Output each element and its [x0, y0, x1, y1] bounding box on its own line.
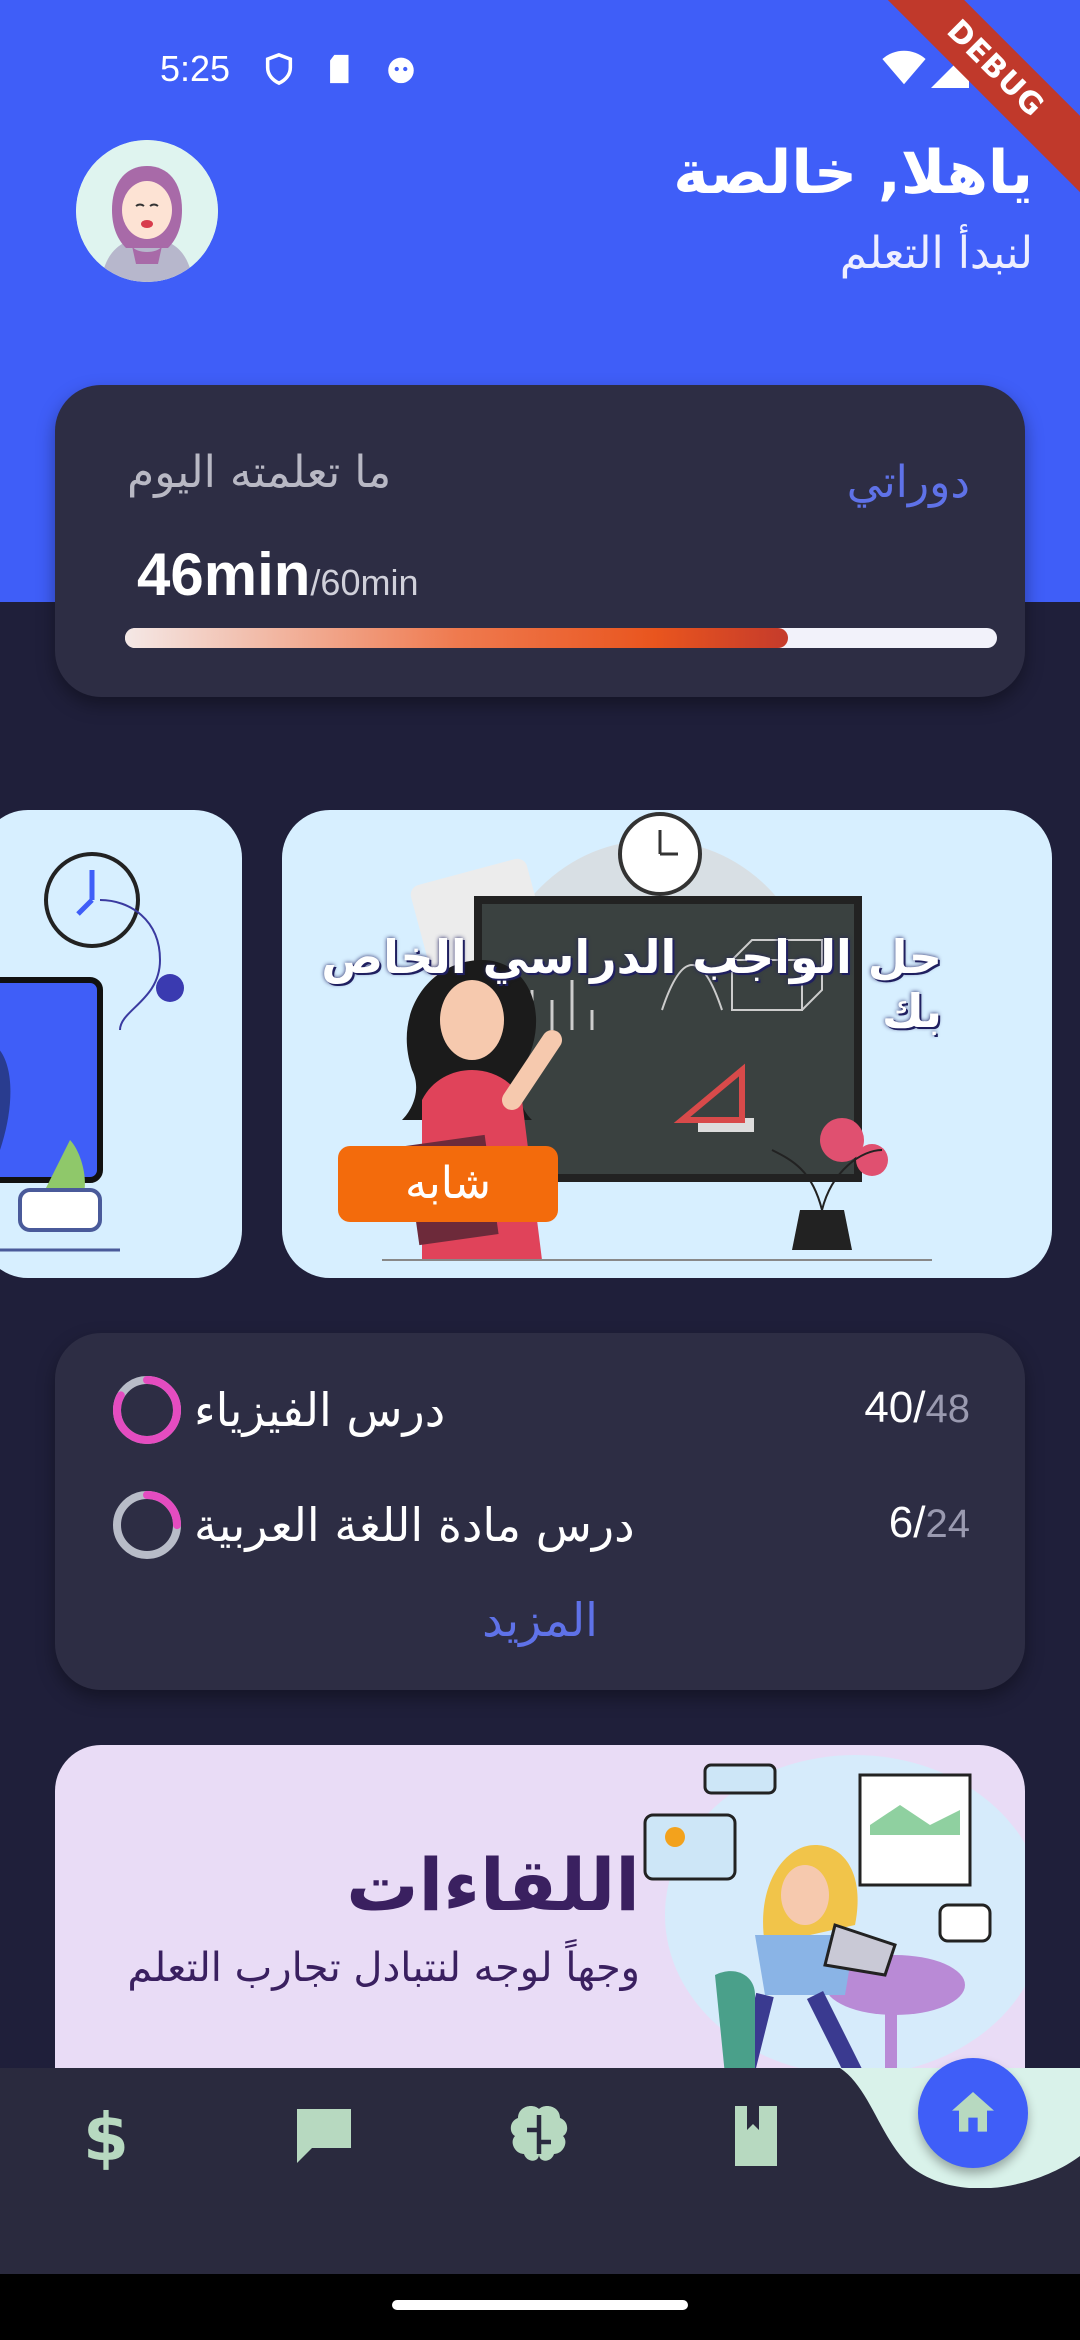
- meetups-card[interactable]: اللقاءات وجهاً لوجه لنتبادل تجارب التعلم: [55, 1745, 1025, 2075]
- status-bar: 5:25 DEBUG: [0, 0, 1080, 216]
- meetups-subtitle: وجهاً لوجه لنتبادل تجارب التعلم: [127, 1945, 640, 1991]
- avatar-illustration: [76, 140, 218, 282]
- today-title: ما تعلمته اليوم: [127, 447, 392, 498]
- lesson-count-total: 48: [925, 1387, 971, 1431]
- wifi-icon: [882, 50, 926, 85]
- greeting-title: ياهلا, خالصة: [673, 138, 1033, 208]
- today-minutes: 46min/60min: [137, 540, 418, 609]
- today-progress-card: ما تعلمته اليوم دوراتي 46min/60min: [55, 385, 1025, 697]
- greeting-subtitle: لنبدأ التعلم: [839, 228, 1033, 279]
- lesson-name: درس الفيزياء: [194, 1383, 446, 1437]
- shield-icon: [265, 52, 293, 86]
- home-icon: [952, 2092, 994, 2132]
- meetups-illustration: [643, 1755, 1025, 2075]
- cat-face-icon: [388, 57, 414, 84]
- lesson-progress-ring: [113, 1376, 181, 1444]
- minutes-done: 46min: [137, 541, 311, 608]
- more-link[interactable]: المزيد: [55, 1593, 1025, 1647]
- lesson-count: 40/48: [864, 1383, 970, 1433]
- my-courses-link[interactable]: دوراتي: [847, 457, 970, 508]
- lesson-count-done: 40/: [864, 1383, 926, 1432]
- sd-card-icon: [330, 54, 349, 84]
- carousel-slide-previous[interactable]: [0, 810, 242, 1278]
- minutes-goal: /60min: [310, 562, 419, 603]
- lesson-row-arabic[interactable]: درس مادة اللغة العربية 6/24: [110, 1488, 970, 1568]
- lesson-row-physics[interactable]: درس الفيزياء 40/48: [110, 1373, 970, 1453]
- home-button[interactable]: [918, 2058, 1028, 2168]
- svg-text:$: $: [83, 2100, 129, 2172]
- lesson-count: 6/24: [889, 1498, 970, 1548]
- today-progress-fill: [125, 628, 788, 648]
- status-time: 5:25: [160, 48, 231, 89]
- lessons-card: درس الفيزياء 40/48 درس مادة اللغة العربي…: [55, 1333, 1025, 1690]
- book-icon[interactable]: [720, 2100, 792, 2172]
- slide-illustration: [0, 852, 184, 1252]
- avatar[interactable]: [76, 140, 218, 282]
- slide-title: حل الواجب الدراسي الخاص بك: [321, 930, 942, 1038]
- carousel-slide-homework[interactable]: حل الواجب الدراسي الخاص بك شابه: [282, 810, 1052, 1278]
- gesture-bar[interactable]: [392, 2300, 688, 2310]
- dollar-icon[interactable]: $: [70, 2100, 142, 2172]
- lesson-count-total: 24: [925, 1502, 971, 1546]
- chat-icon[interactable]: [288, 2100, 360, 2172]
- lesson-name: درس مادة اللغة العربية: [194, 1498, 635, 1552]
- brain-icon[interactable]: [503, 2100, 575, 2172]
- similar-button[interactable]: شابه: [338, 1146, 558, 1222]
- lesson-progress-ring: [113, 1491, 181, 1559]
- today-progress-bar: [125, 628, 997, 648]
- meetups-title: اللقاءات: [346, 1843, 640, 1927]
- lesson-count-done: 6/: [888, 1498, 926, 1547]
